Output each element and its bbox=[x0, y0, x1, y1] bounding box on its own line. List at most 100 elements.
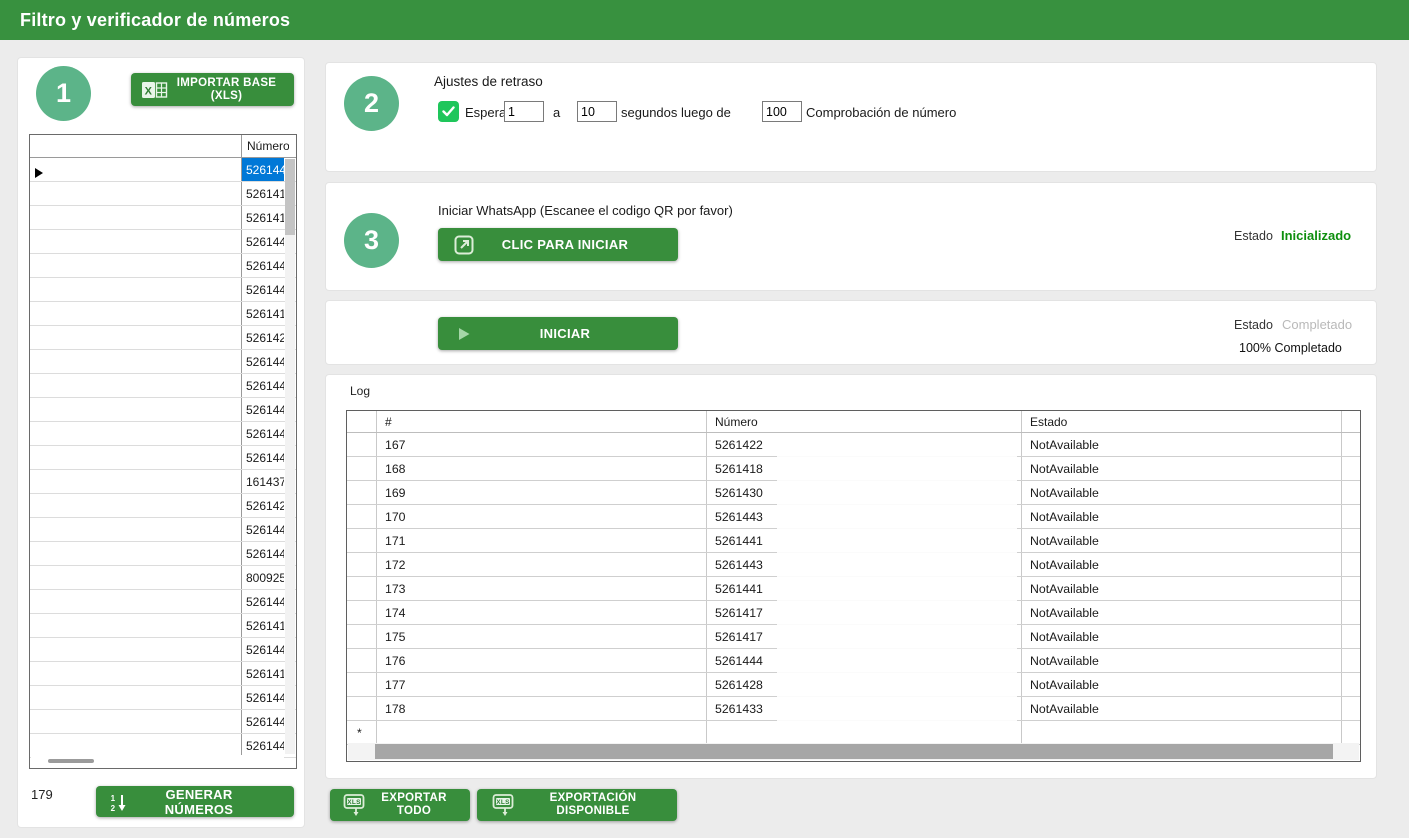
number-row[interactable]: 526141 bbox=[30, 662, 296, 686]
log-row-header-corner bbox=[347, 411, 377, 432]
number-row[interactable]: 526144 bbox=[30, 158, 296, 182]
number-column-header[interactable]: Número bbox=[242, 135, 289, 157]
export-all-label-line1: EXPORTAR bbox=[381, 792, 446, 804]
number-row[interactable]: 526144 bbox=[30, 446, 296, 470]
wait-min-input[interactable] bbox=[504, 101, 544, 122]
start-whatsapp-button-label: CLIC PARA INICIAR bbox=[484, 237, 672, 252]
export-all-label-line2: TODO bbox=[397, 805, 431, 817]
number-cell: 526144 bbox=[242, 638, 284, 661]
export-available-label-line1: EXPORTACIÓN bbox=[550, 792, 637, 804]
number-cell: 526141 bbox=[242, 206, 284, 229]
number-row[interactable]: 526144 bbox=[30, 374, 296, 398]
step2-panel: 2 Ajustes de retraso Esperar a segundos … bbox=[325, 62, 1377, 172]
delay-settings-title: Ajustes de retraso bbox=[434, 74, 543, 89]
number-row[interactable]: 526144 bbox=[30, 422, 296, 446]
run-status-value: Completado bbox=[1282, 317, 1352, 332]
number-cell: 526142 bbox=[242, 326, 284, 349]
step1-badge: 1 bbox=[36, 66, 91, 121]
step1-panel: 1 X IMPORTAR BASE (XLS) Núm bbox=[17, 57, 305, 828]
number-cell: 526144 bbox=[242, 446, 284, 469]
number-row[interactable]: 526144 bbox=[30, 278, 296, 302]
log-section-label: Log bbox=[350, 384, 370, 398]
row-header-cell bbox=[30, 158, 242, 181]
xls-download-icon: XLS bbox=[483, 793, 523, 817]
step2-badge: 2 bbox=[344, 76, 399, 131]
numbers-grid: Número 526144 526141 526141 526144 52614… bbox=[29, 134, 297, 769]
number-row[interactable]: 526144 bbox=[30, 590, 296, 614]
number-row[interactable]: 526144 bbox=[30, 230, 296, 254]
whatsapp-instruction: Iniciar WhatsApp (Escanee el codigo QR p… bbox=[438, 203, 733, 218]
progress-text: 100% Completado bbox=[1239, 341, 1342, 355]
generate-numbers-button[interactable]: 1 2 GENERAR NÚMEROS bbox=[96, 786, 294, 817]
log-column-number[interactable]: Número bbox=[707, 411, 1022, 432]
grid-horizontal-scrollbar[interactable] bbox=[31, 755, 284, 767]
start-whatsapp-button[interactable]: CLIC PARA INICIAR bbox=[438, 228, 678, 261]
number-row[interactable]: 800925 bbox=[30, 566, 296, 590]
row-count: 179 bbox=[31, 787, 53, 802]
number-row[interactable]: 161437 bbox=[30, 470, 296, 494]
grid-vertical-scrollbar-thumb[interactable] bbox=[285, 159, 295, 235]
start-run-button[interactable]: INICIAR bbox=[438, 317, 678, 350]
status-label: Estado bbox=[1234, 229, 1273, 243]
export-available-button[interactable]: XLS EXPORTACIÓN DISPONIBLE bbox=[477, 789, 677, 821]
number-row[interactable]: 526142 bbox=[30, 494, 296, 518]
new-row-marker: * bbox=[347, 721, 377, 744]
check-every-input[interactable] bbox=[762, 101, 802, 122]
export-all-button[interactable]: XLS EXPORTAR TODO bbox=[330, 789, 470, 821]
number-cell: 526144 bbox=[242, 686, 284, 709]
number-row[interactable]: 526144 bbox=[30, 254, 296, 278]
number-row[interactable]: 526144 bbox=[30, 638, 296, 662]
number-row[interactable]: 526141 bbox=[30, 614, 296, 638]
start-run-button-label: INICIAR bbox=[484, 326, 672, 341]
status-value-initialized: Inicializado bbox=[1281, 228, 1351, 243]
wait-max-input[interactable] bbox=[577, 101, 617, 122]
excel-icon: X bbox=[137, 80, 173, 100]
log-horizontal-scrollbar[interactable] bbox=[348, 743, 1359, 760]
between-label: a bbox=[553, 105, 560, 120]
number-row[interactable]: 526141 bbox=[30, 206, 296, 230]
log-table: # Número Estado 1675261422NotAvailable 1… bbox=[346, 410, 1361, 762]
number-cell: 526144 bbox=[242, 254, 284, 277]
number-row[interactable]: 526144 bbox=[30, 542, 296, 566]
number-cell: 161437 bbox=[242, 470, 284, 493]
number-cell: 526144 bbox=[242, 734, 284, 757]
import-base-button[interactable]: X IMPORTAR BASE (XLS) bbox=[131, 73, 294, 106]
number-cell: 526144 bbox=[242, 398, 284, 421]
grid-vertical-scrollbar[interactable] bbox=[285, 159, 295, 754]
number-row[interactable]: 526144 bbox=[30, 686, 296, 710]
row-pointer-icon bbox=[35, 165, 43, 183]
svg-text:X: X bbox=[145, 85, 153, 97]
numbers-grid-header: Número bbox=[30, 135, 296, 158]
check-icon bbox=[442, 106, 455, 117]
number-cell: 526144 bbox=[242, 710, 284, 733]
seconds-after-label: segundos luego de bbox=[621, 105, 731, 120]
number-check-label: Comprobación de número bbox=[806, 105, 956, 120]
row-header-corner bbox=[30, 135, 242, 157]
number-row[interactable]: 526144 bbox=[30, 398, 296, 422]
number-cell: 526144 bbox=[242, 158, 284, 181]
svg-text:XLS: XLS bbox=[496, 799, 510, 806]
redaction-overlay bbox=[777, 451, 1017, 749]
number-row[interactable]: 526144 bbox=[30, 518, 296, 542]
log-horizontal-scrollbar-thumb[interactable] bbox=[375, 744, 1333, 759]
title-bar: Filtro y verificador de números bbox=[0, 0, 1409, 40]
number-row[interactable]: 526144 bbox=[30, 710, 296, 734]
number-row[interactable]: 526142 bbox=[30, 326, 296, 350]
wait-checkbox[interactable] bbox=[438, 101, 459, 122]
log-column-index[interactable]: # bbox=[377, 411, 707, 432]
xls-download-icon: XLS bbox=[336, 793, 372, 817]
step3-panel: 3 Iniciar WhatsApp (Escanee el codigo QR… bbox=[325, 182, 1377, 291]
step3-badge: 3 bbox=[344, 213, 399, 268]
number-cell: 526144 bbox=[242, 422, 284, 445]
import-button-label-line2: (XLS) bbox=[211, 90, 243, 102]
number-row[interactable]: 526141 bbox=[30, 182, 296, 206]
grid-horizontal-scrollbar-thumb[interactable] bbox=[48, 759, 94, 763]
play-icon bbox=[444, 326, 484, 342]
launch-icon bbox=[444, 235, 484, 255]
number-row[interactable]: 526144 bbox=[30, 350, 296, 374]
number-row[interactable]: 526141 bbox=[30, 302, 296, 326]
log-column-status[interactable]: Estado bbox=[1022, 411, 1342, 432]
number-cell: 526144 bbox=[242, 518, 284, 541]
number-cell: 526141 bbox=[242, 302, 284, 325]
import-button-label-line1: IMPORTAR BASE bbox=[177, 77, 277, 89]
